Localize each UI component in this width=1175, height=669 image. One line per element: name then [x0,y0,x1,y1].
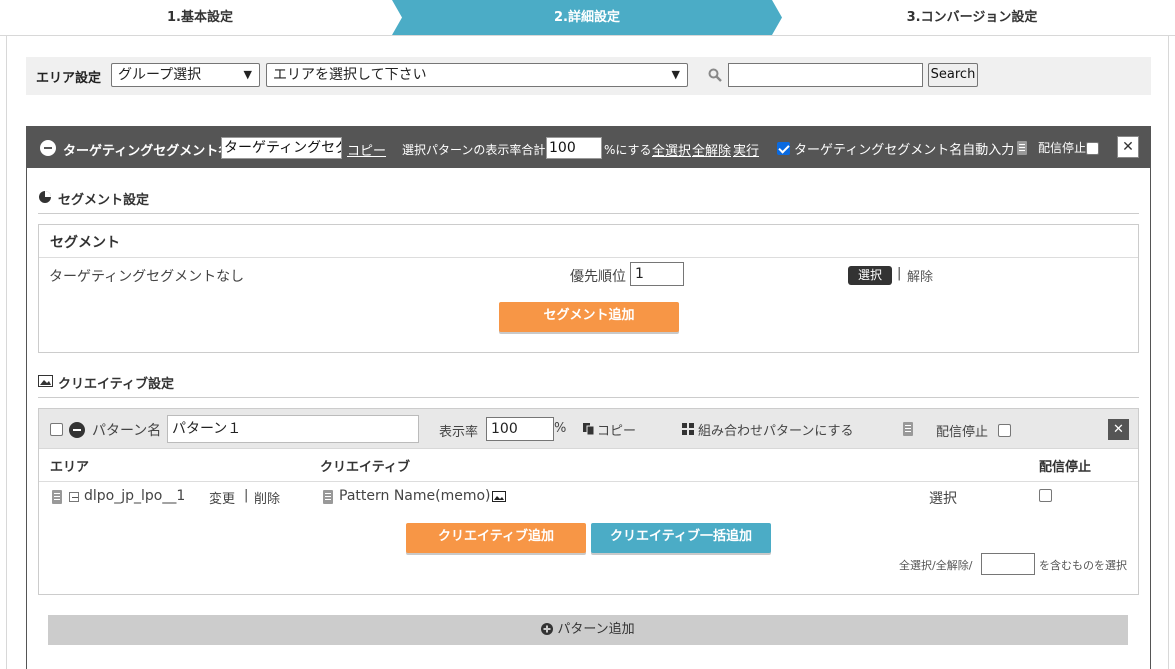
pattern-name-label: パターン名 [92,423,162,439]
add-creative-button[interactable]: クリエイティブ追加 [406,523,586,553]
priority-label: 優先順位 [570,269,626,285]
separator: | [897,266,902,281]
divider [39,481,1138,482]
step-basic[interactable]: 1.基本設定 [0,0,400,35]
column-creative: クリエイティブ [320,460,410,475]
copy-pattern-link[interactable]: コピー [597,420,636,439]
memo-icon[interactable] [1017,141,1027,155]
column-stop: 配信停止 [1039,460,1092,475]
deselect-all-link[interactable]: 全解除 [692,140,731,159]
plus-circle-icon [541,623,554,635]
area-select[interactable]: エリアを選択して下さい ▼ [266,63,688,87]
stop-label: 配信停止 [1038,141,1087,155]
ratio-suffix-text: %にする [604,143,652,157]
stop-checkbox[interactable] [1086,142,1099,155]
bulk-add-creative-button[interactable]: クリエイティブ一括追加 [591,523,771,553]
pattern-stop-label: 配信停止 [936,425,989,440]
close-pattern-button[interactable]: ✕ [1108,419,1129,440]
search-input[interactable] [728,63,923,87]
collapse-row-icon[interactable] [69,492,79,502]
rate-unit: % [554,421,567,436]
ratio-prefix-text: 選択パターンの表示率合計を [402,143,558,157]
filter-suffix-text[interactable]: を含むものを選択 [1039,557,1127,573]
area-filter-bar: エリア設定 グループ選択 ▼ エリアを選択して下さい ▼ Search [26,57,1151,95]
combine-pattern-link[interactable]: 組み合わせパターンにする [698,420,853,439]
rate-input[interactable]: 100 [486,417,554,441]
memo-icon[interactable] [323,490,333,504]
area-label: エリア設定 [36,71,102,86]
step-bar: 1.基本設定 2.詳細設定 3.コンバージョン設定 [0,0,1175,36]
add-pattern-label: パターン追加 [557,622,635,637]
pattern-name-input[interactable]: パターン１ [167,415,419,443]
memo-icon[interactable] [903,422,913,436]
delete-area-link[interactable]: 削除 [254,488,280,507]
rate-label: 表示率 [439,425,479,440]
step-conversion[interactable]: 3.コンバージョン設定 [782,0,1162,35]
row-stop-checkbox[interactable] [1039,489,1052,502]
copy-icon [583,423,595,435]
pattern-stop-checkbox[interactable] [998,424,1011,437]
filter-prefix-text[interactable]: 全選択/全解除/ [899,557,972,573]
divider [38,397,1139,398]
collapse-pattern-icon[interactable] [69,422,85,438]
segment-name-label: ターゲティングセグメント名 [63,144,232,159]
segment-name-input[interactable]: ターゲティングセグ [221,137,342,159]
separator: | [244,488,249,503]
pie-chart-icon [39,191,51,203]
search-button[interactable]: Search [928,63,978,87]
search-icon [708,68,722,82]
segment-panel-header: ターゲティングセグメント名 ターゲティングセグ コピー 選択パターンの表示率合計… [27,127,1150,168]
change-area-link[interactable]: 変更 [209,488,235,507]
image-preview-icon[interactable] [492,491,506,502]
execute-link[interactable]: 実行 [733,140,759,159]
ratio-input[interactable]: 100 [546,137,602,159]
image-icon [38,375,53,387]
area-name: dlpo_jp_lpo__1 [84,488,186,504]
column-area: エリア [50,460,90,475]
pattern-header: パターン名 パターン１ 表示率 100 % コピー 組み合わせパターンにする 配… [39,409,1138,449]
divider [38,213,1139,214]
copy-segment-link[interactable]: コピー [347,140,386,159]
segment-settings-title: セグメント設定 [58,193,150,208]
auto-name-label: ターゲティングセグメント名自動入力 [794,143,1015,158]
segment-table-header: セグメント [50,235,120,251]
group-select[interactable]: グループ選択 ▼ [111,63,260,87]
add-segment-button[interactable]: セグメント追加 [499,302,679,332]
area-select-value: エリアを選択して下さい [273,67,427,83]
step-detail-active[interactable]: 2.詳細設定 [392,0,782,35]
auto-name-checkbox[interactable] [777,142,790,155]
segment-row-name: ターゲティングセグメントなし [49,269,245,285]
segment-release-link[interactable]: 解除 [907,266,933,285]
filter-input[interactable] [981,553,1035,575]
memo-icon[interactable] [52,490,62,504]
segment-table: セグメント ターゲティングセグメントなし 優先順位 1 選択 | 解除 セグメン… [38,224,1139,353]
chevron-down-icon: ▼ [671,68,680,81]
priority-input[interactable]: 1 [630,262,684,286]
pattern-box: パターン名 パターン１ 表示率 100 % コピー 組み合わせパターンにする 配… [38,408,1139,595]
group-select-value: グループ選択 [118,67,202,83]
segment-select-button[interactable]: 選択 [848,266,892,285]
divider [39,257,1138,258]
creative-name[interactable]: Pattern Name(memo) [339,488,491,504]
add-pattern-button[interactable]: パターン追加 [48,615,1128,645]
creative-settings-title: クリエイティブ設定 [58,377,174,392]
chevron-down-icon: ▼ [243,68,252,81]
select-all-link[interactable]: 全選択 [652,140,691,159]
collapse-icon[interactable] [40,140,56,156]
creative-select-link[interactable]: 選択 [929,488,957,508]
combine-icon [682,423,694,435]
close-segment-button[interactable]: ✕ [1117,136,1139,158]
pattern-checkbox[interactable] [50,423,63,436]
